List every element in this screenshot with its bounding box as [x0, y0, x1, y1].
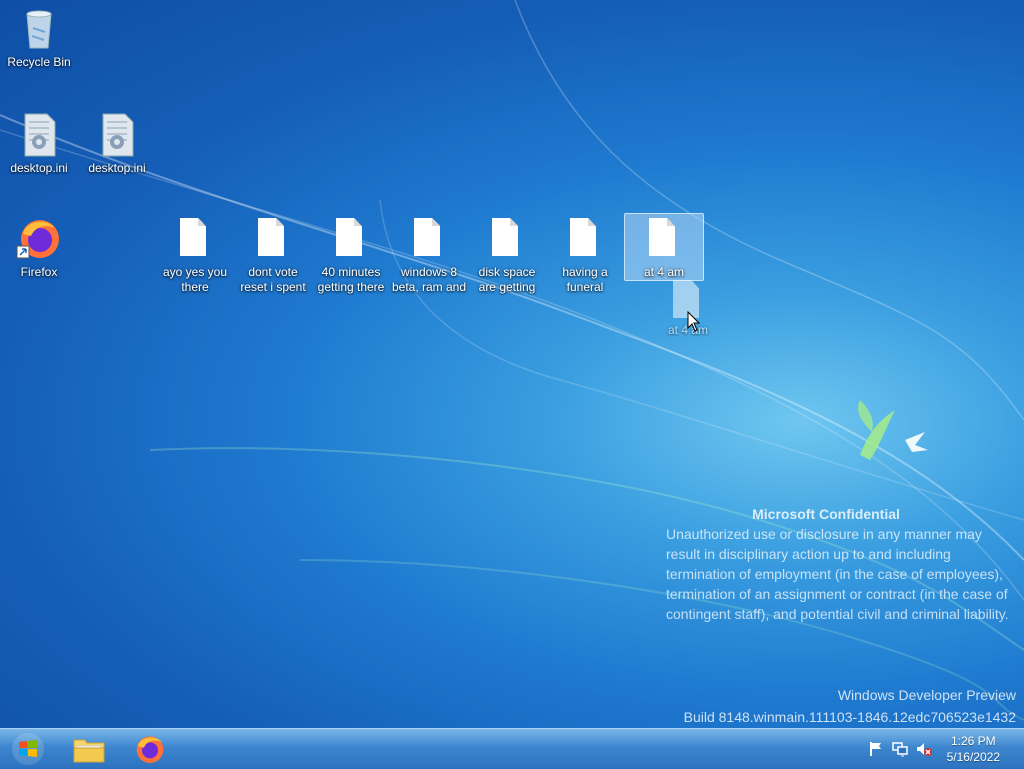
- text-file-icon: [171, 214, 219, 262]
- text-file-icon: [483, 214, 531, 262]
- firefox-label: Firefox: [20, 265, 58, 279]
- recycle-bin-icon: [15, 4, 63, 52]
- bird-logo: [858, 400, 928, 460]
- network-icon[interactable]: [892, 741, 908, 757]
- recycle-bin-label: Recycle Bin: [7, 55, 71, 69]
- taskbar: 1:26 PM 5/16/2022: [0, 728, 1024, 769]
- text-file-icon: [640, 214, 688, 262]
- start-button[interactable]: [0, 731, 56, 767]
- text-file-40-minutes[interactable]: 40 minutes getting there: [312, 214, 390, 295]
- clock-time: 1:26 PM: [950, 734, 996, 748]
- text-file-dont-vote[interactable]: dont vote reset i spent: [234, 214, 312, 295]
- text-file-icon: [561, 214, 609, 262]
- recycle-bin-shortcut[interactable]: Recycle Bin: [0, 4, 78, 70]
- build-edition: Windows Developer Preview: [837, 687, 1016, 703]
- build-number: Build 8148.winmain.111103-1846.12edc7065…: [683, 709, 1016, 725]
- text-file-icon: [327, 214, 375, 262]
- desktop-ini-file-1[interactable]: desktop.ini: [0, 110, 78, 176]
- firefox-shortcut[interactable]: Firefox: [0, 214, 78, 280]
- volume-muted-icon[interactable]: [916, 741, 932, 757]
- text-file-icon: [405, 214, 453, 262]
- clock-date: 5/16/2022: [946, 750, 1000, 764]
- firefox-taskbar-button[interactable]: [122, 731, 178, 767]
- text-file-windows-8[interactable]: windows 8 beta, ram and: [390, 214, 468, 295]
- desktop-ini-label: desktop.ini: [10, 161, 68, 175]
- firefox-icon: [15, 214, 63, 262]
- file-label: having a funeral: [562, 265, 608, 294]
- file-label: 40 minutes getting there: [317, 265, 385, 294]
- text-file-disk-space[interactable]: disk space are getting: [468, 214, 546, 295]
- settings-file-icon: [15, 110, 63, 158]
- file-label: windows 8 beta, ram and: [391, 265, 467, 294]
- confidential-watermark: Microsoft Confidential Unauthorized use …: [666, 504, 1016, 624]
- action-center-flag-icon[interactable]: [868, 741, 884, 757]
- taskbar-clock[interactable]: 1:26 PM 5/16/2022: [947, 733, 1000, 765]
- desktop-ini-file-2[interactable]: desktop.ini: [78, 110, 156, 176]
- start-orb-icon: [12, 733, 44, 765]
- file-label: dont vote reset i spent: [240, 265, 306, 294]
- file-label: ayo yes you there: [162, 265, 228, 294]
- firefox-icon: [136, 736, 164, 763]
- desktop-ini-label: desktop.ini: [88, 161, 146, 175]
- text-file-at-4-am[interactable]: at 4 am: [624, 213, 704, 281]
- text-file-funeral[interactable]: having a funeral: [546, 214, 624, 295]
- text-file-icon: [249, 214, 297, 262]
- file-label: disk space are getting: [478, 265, 536, 294]
- text-file-ayo[interactable]: ayo yes you there: [156, 214, 234, 295]
- file-explorer-taskbar-button[interactable]: [61, 731, 117, 767]
- mouse-cursor-icon: [687, 311, 701, 332]
- watermark-title: Microsoft Confidential: [752, 506, 900, 522]
- settings-file-icon: [93, 110, 141, 158]
- build-info: Windows Developer Preview Build 8148.win…: [684, 684, 1016, 728]
- file-explorer-icon: [73, 739, 105, 763]
- watermark-body: Unauthorized use or disclosure in any ma…: [666, 526, 1009, 622]
